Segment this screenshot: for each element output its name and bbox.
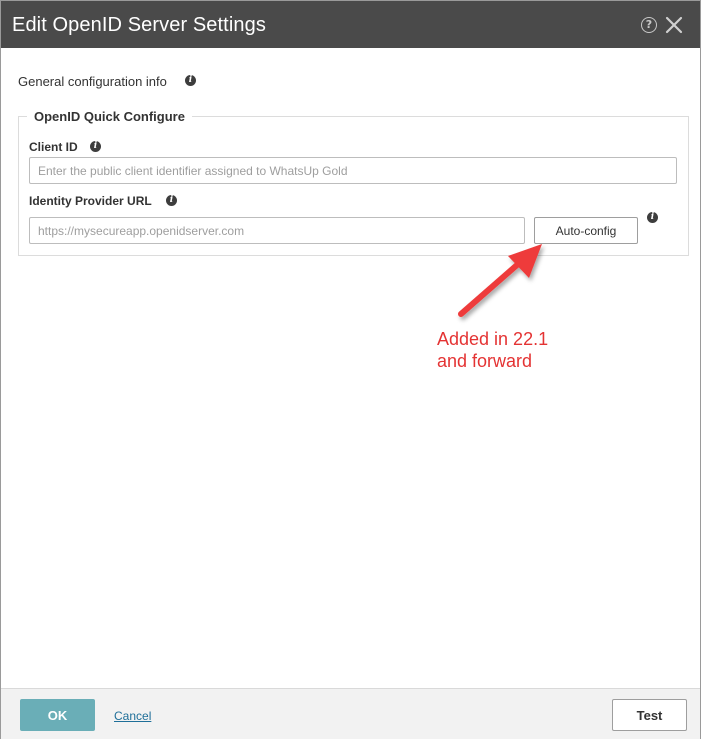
- annotation-text: Added in 22.1 and forward: [437, 328, 548, 372]
- dialog-titlebar: Edit OpenID Server Settings ?: [1, 1, 700, 48]
- client-id-label: Client ID: [29, 140, 78, 154]
- identity-provider-url-label: Identity Provider URL: [29, 194, 152, 208]
- general-config-label: General configuration info: [18, 74, 167, 89]
- help-icon[interactable]: ?: [641, 17, 657, 33]
- auto-config-button[interactable]: Auto-config: [534, 217, 638, 244]
- dialog-footer: OK Cancel Test: [1, 688, 700, 739]
- identity-provider-url-info-icon[interactable]: i: [166, 195, 177, 206]
- dialog-title: Edit OpenID Server Settings: [12, 14, 266, 36]
- dialog-content: General configuration info i OpenID Quic…: [1, 48, 700, 688]
- close-icon[interactable]: [665, 16, 683, 34]
- annotation-line-2: and forward: [437, 351, 533, 371]
- annotation-line-1: Added in 22.1: [437, 329, 549, 349]
- auto-config-info-icon[interactable]: i: [647, 212, 658, 223]
- identity-provider-url-input[interactable]: [29, 217, 525, 244]
- ok-button[interactable]: OK: [20, 699, 95, 731]
- client-id-input[interactable]: [29, 157, 677, 184]
- test-button[interactable]: Test: [612, 699, 687, 731]
- edit-openid-dialog: Edit OpenID Server Settings ? General co…: [0, 0, 701, 739]
- cancel-link[interactable]: Cancel: [114, 709, 151, 723]
- quick-configure-legend: OpenID Quick Configure: [27, 109, 192, 124]
- openid-quick-configure-group: OpenID Quick Configure Client ID i Ident…: [18, 109, 689, 256]
- general-info-icon[interactable]: i: [185, 75, 196, 86]
- client-id-info-icon[interactable]: i: [90, 141, 101, 152]
